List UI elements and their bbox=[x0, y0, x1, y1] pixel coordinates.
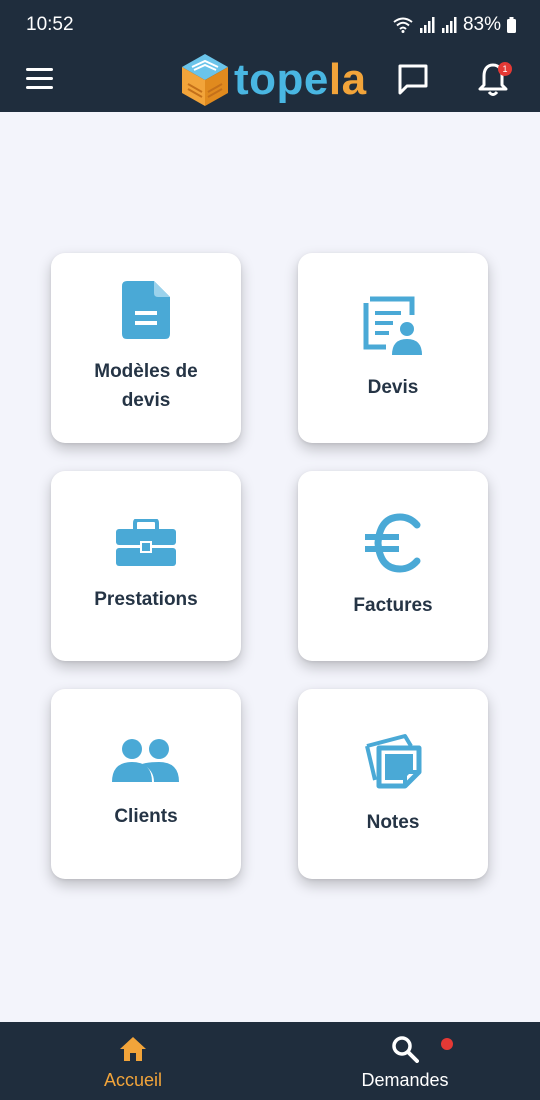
card-label: Devis bbox=[367, 376, 419, 398]
toolbox-icon bbox=[116, 518, 176, 566]
card-label: Clients bbox=[114, 805, 178, 827]
sticky-notes-icon bbox=[365, 733, 422, 788]
signal-icon bbox=[419, 17, 435, 33]
wifi-icon bbox=[393, 17, 413, 33]
top-app-bar: 10:52 83% topela 1 bbox=[0, 0, 540, 112]
signal-icon bbox=[441, 17, 457, 33]
nav-demandes[interactable]: Demandes bbox=[305, 1022, 505, 1100]
document-icon bbox=[122, 281, 170, 339]
card-devis[interactable]: Devis bbox=[298, 253, 488, 443]
notifications-button[interactable]: 1 bbox=[476, 60, 512, 98]
users-icon bbox=[112, 738, 179, 782]
card-label: Prestations bbox=[94, 588, 198, 610]
notification-badge: 1 bbox=[498, 62, 512, 76]
card-modeles-de-devis[interactable]: Modèles de devis bbox=[51, 253, 241, 443]
card-prestations[interactable]: Prestations bbox=[51, 471, 241, 661]
new-requests-dot bbox=[441, 1038, 453, 1050]
card-notes[interactable]: Notes bbox=[298, 689, 488, 879]
card-label: Modèles de devis bbox=[94, 361, 198, 411]
nav-accueil[interactable]: Accueil bbox=[33, 1022, 233, 1100]
logo-wordmark: topela bbox=[234, 55, 367, 105]
hamburger-icon-line bbox=[26, 77, 53, 80]
search-icon bbox=[392, 1036, 419, 1063]
status-time: 10:52 bbox=[26, 14, 74, 35]
home-icon bbox=[120, 1037, 146, 1061]
card-factures[interactable]: Factures bbox=[298, 471, 488, 661]
card-label: Notes bbox=[366, 811, 420, 833]
menu-button[interactable] bbox=[26, 68, 53, 90]
app-logo: topela bbox=[180, 52, 367, 108]
hamburger-icon-line bbox=[26, 86, 53, 89]
logo-text-blue: tope bbox=[234, 55, 329, 104]
logo-text-orange: la bbox=[328, 55, 367, 104]
card-clients[interactable]: Clients bbox=[51, 689, 241, 879]
bottom-navigation: Accueil Demandes bbox=[0, 1022, 540, 1100]
status-icons: 83% bbox=[393, 14, 516, 36]
logo-cube-icon bbox=[182, 54, 228, 106]
battery-icon bbox=[507, 17, 516, 33]
hamburger-icon bbox=[26, 68, 53, 71]
chat-button[interactable] bbox=[396, 62, 430, 96]
euro-icon bbox=[365, 512, 421, 573]
quote-profile-icon bbox=[363, 296, 422, 355]
card-label: Factures bbox=[353, 594, 433, 616]
chat-icon bbox=[398, 64, 428, 95]
battery-percent: 83% bbox=[462, 14, 501, 35]
nav-label: Accueil bbox=[103, 1070, 163, 1090]
nav-label: Demandes bbox=[361, 1070, 449, 1090]
